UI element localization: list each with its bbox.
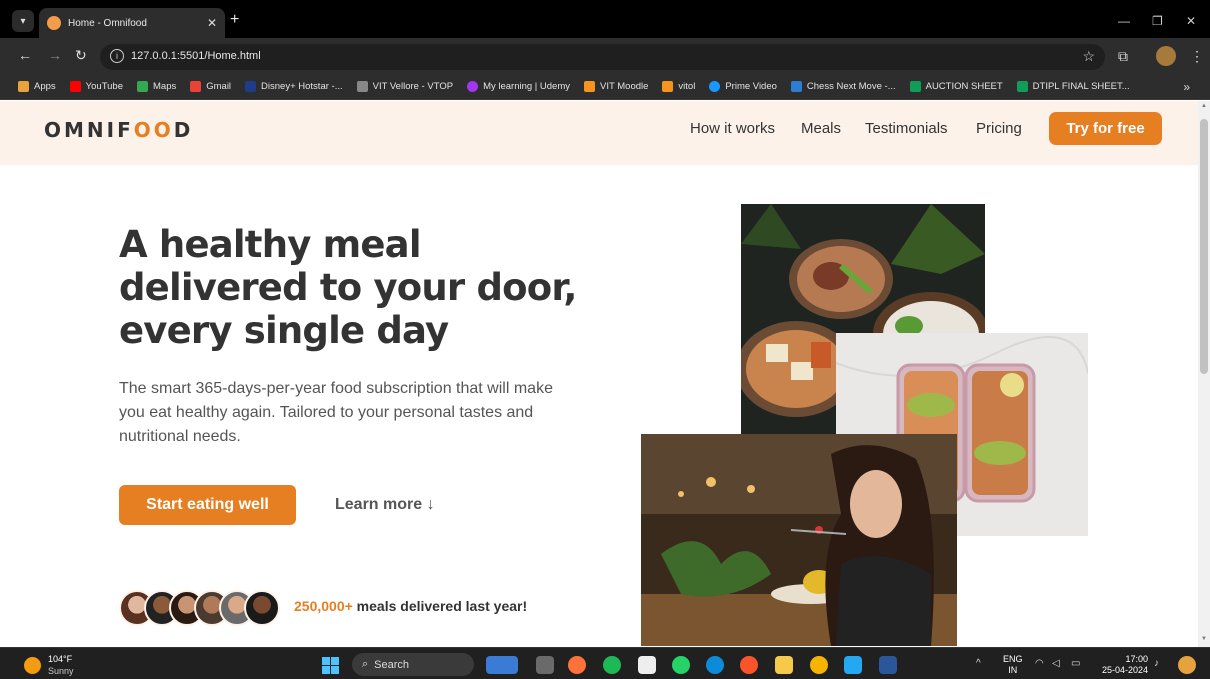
maps-icon xyxy=(137,81,148,92)
vscode-icon[interactable] xyxy=(844,656,862,674)
nav-pricing[interactable]: Pricing xyxy=(976,120,1022,137)
avatar xyxy=(244,590,280,626)
word-icon[interactable] xyxy=(879,656,897,674)
file-explorer-icon[interactable] xyxy=(775,656,793,674)
chess-icon xyxy=(790,81,802,92)
url-text[interactable]: 127.0.0.1:5501/Home.html xyxy=(131,50,261,62)
bookmark-apps[interactable]: Apps xyxy=(18,81,56,92)
hero-description: The smart 365-days-per-year food subscri… xyxy=(119,380,553,445)
meals-delivered-text: 250,000+ meals delivered last year! xyxy=(294,598,528,614)
close-window-button[interactable]: ✕ xyxy=(1186,14,1196,28)
page-scrollbar[interactable]: ▲ ▼ xyxy=(1198,101,1210,647)
address-bar[interactable]: i 127.0.0.1:5501/Home.html ☆ xyxy=(100,44,1105,70)
forward-icon[interactable]: → xyxy=(48,48,62,62)
bookmark-gmail[interactable]: Gmail xyxy=(190,81,231,92)
new-tab-button[interactable]: + xyxy=(230,12,239,28)
bookmark-hotstar[interactable]: Disney+ Hotstar -... xyxy=(245,81,343,92)
gmail-icon xyxy=(190,81,202,92)
copilot-icon[interactable] xyxy=(486,656,518,674)
bookmark-vtop[interactable]: VIT Vellore - VTOP xyxy=(356,81,453,92)
youtube-icon xyxy=(69,81,81,92)
restore-button[interactable]: ❐ xyxy=(1152,14,1163,28)
language-indicator[interactable]: ENG IN xyxy=(1003,654,1023,676)
moodle-icon xyxy=(584,81,596,92)
learn-more-button[interactable]: Learn more ↓ xyxy=(335,496,435,514)
web-page: OMNIFOOD How it works Meals Testimonials… xyxy=(0,101,1198,647)
calendar-app-icon[interactable] xyxy=(638,656,656,674)
bookmark-moodle[interactable]: VIT Moodle xyxy=(584,81,648,92)
close-tab-icon[interactable]: ✕ xyxy=(207,16,217,30)
bookmark-maps[interactable]: Maps xyxy=(137,81,176,92)
brave-icon[interactable] xyxy=(740,656,758,674)
bookmark-vitol[interactable]: vitol xyxy=(662,81,695,92)
whatsapp-icon[interactable] xyxy=(672,656,690,674)
scroll-thumb[interactable] xyxy=(1200,119,1208,374)
back-icon[interactable]: ← xyxy=(18,48,32,62)
vitol-icon xyxy=(662,81,674,92)
site-header: OMNIFOOD How it works Meals Testimonials… xyxy=(0,101,1198,165)
menu-kebab-icon[interactable]: ⋮ xyxy=(1190,48,1204,65)
notification-bell-icon[interactable]: ♪ xyxy=(1154,658,1159,669)
udemy-icon xyxy=(467,81,479,92)
sheets-icon xyxy=(909,81,921,92)
copilot-tray-icon[interactable] xyxy=(1178,656,1196,674)
bookmark-star-icon[interactable]: ☆ xyxy=(1082,48,1095,65)
start-eating-well-button[interactable]: Start eating well xyxy=(119,485,296,525)
active-tab[interactable]: Home - Omnifood ✕ xyxy=(39,8,225,38)
bookmark-dtipl-sheet[interactable]: DTIPL FINAL SHEET... xyxy=(1016,81,1130,92)
task-view-icon[interactable] xyxy=(536,656,554,674)
profile-avatar[interactable] xyxy=(1156,46,1176,66)
sheets-icon xyxy=(1016,81,1028,92)
browser-tab-strip: ▾ Home - Omnifood ✕ + — ❐ ✕ xyxy=(0,0,1210,38)
weather-sun-icon[interactable] xyxy=(24,657,41,674)
volume-icon[interactable]: ◁ xyxy=(1052,658,1060,669)
address-toolbar: ← → ↻ i 127.0.0.1:5501/Home.html ☆ ⧉ ⋮ xyxy=(0,38,1210,74)
spotify-icon[interactable] xyxy=(603,656,621,674)
omnifood-favicon-icon xyxy=(47,16,61,30)
scroll-up-icon[interactable]: ▲ xyxy=(1201,103,1207,109)
bookmark-auction-sheet[interactable]: AUCTION SHEET xyxy=(909,81,1003,92)
taskbar-clock[interactable]: 17:00 25-04-2024 xyxy=(1098,654,1148,676)
hero-title: A healthy meal delivered to your door, e… xyxy=(119,223,577,352)
nav-meals[interactable]: Meals xyxy=(801,120,841,137)
extensions-icon[interactable]: ⧉ xyxy=(1118,48,1128,65)
show-hidden-icons-chevron-icon[interactable]: ^ xyxy=(976,658,981,669)
vtop-icon xyxy=(356,81,368,92)
prime-video-icon xyxy=(709,81,721,92)
minimize-button[interactable]: — xyxy=(1118,14,1130,28)
start-button[interactable] xyxy=(322,657,339,674)
firefox-icon[interactable] xyxy=(568,656,586,674)
apps-grid-icon xyxy=(18,81,29,92)
tab-search-button[interactable]: ▾ xyxy=(12,10,34,32)
nav-testimonials[interactable]: Testimonials xyxy=(865,120,948,137)
bookmark-prime-video[interactable]: Prime Video xyxy=(709,81,777,92)
chrome-icon[interactable] xyxy=(810,656,828,674)
tab-title: Home - Omnifood xyxy=(68,17,147,29)
hotstar-icon xyxy=(245,81,257,92)
customer-avatars xyxy=(119,590,280,626)
weather-temperature[interactable]: 104°F xyxy=(48,654,72,665)
battery-icon[interactable]: ▭ xyxy=(1071,658,1080,669)
reload-icon[interactable]: ↻ xyxy=(75,48,87,62)
try-for-free-button[interactable]: Try for free xyxy=(1049,112,1162,145)
bookmarks-bar: Apps YouTube Maps Gmail Disney+ Hotstar … xyxy=(0,74,1210,100)
woman-eating-image xyxy=(641,434,957,646)
omnifood-logo[interactable]: OMNIFOOD xyxy=(44,118,193,142)
bookmark-youtube[interactable]: YouTube xyxy=(69,81,123,92)
taskbar-search[interactable]: ⌕ Search xyxy=(352,653,474,676)
nav-how-it-works[interactable]: How it works xyxy=(690,120,775,137)
windows-taskbar: 104°F Sunny ⌕ Search ^ ENG IN ◠ ◁ ▭ 17:00 2… xyxy=(0,647,1210,679)
bookmark-chess[interactable]: Chess Next Move -... xyxy=(790,81,896,92)
more-bookmarks-icon[interactable]: » xyxy=(1183,80,1190,94)
weather-condition[interactable]: Sunny xyxy=(48,666,74,676)
edge-icon[interactable] xyxy=(706,656,724,674)
bookmark-udemy[interactable]: My learning | Udemy xyxy=(467,81,570,92)
wifi-icon[interactable]: ◠ xyxy=(1035,658,1044,669)
site-info-icon[interactable]: i xyxy=(110,49,124,63)
hero-image-woman-eating xyxy=(641,434,957,646)
scroll-down-icon[interactable]: ▼ xyxy=(1201,636,1207,642)
search-icon: ⌕ xyxy=(362,658,369,670)
